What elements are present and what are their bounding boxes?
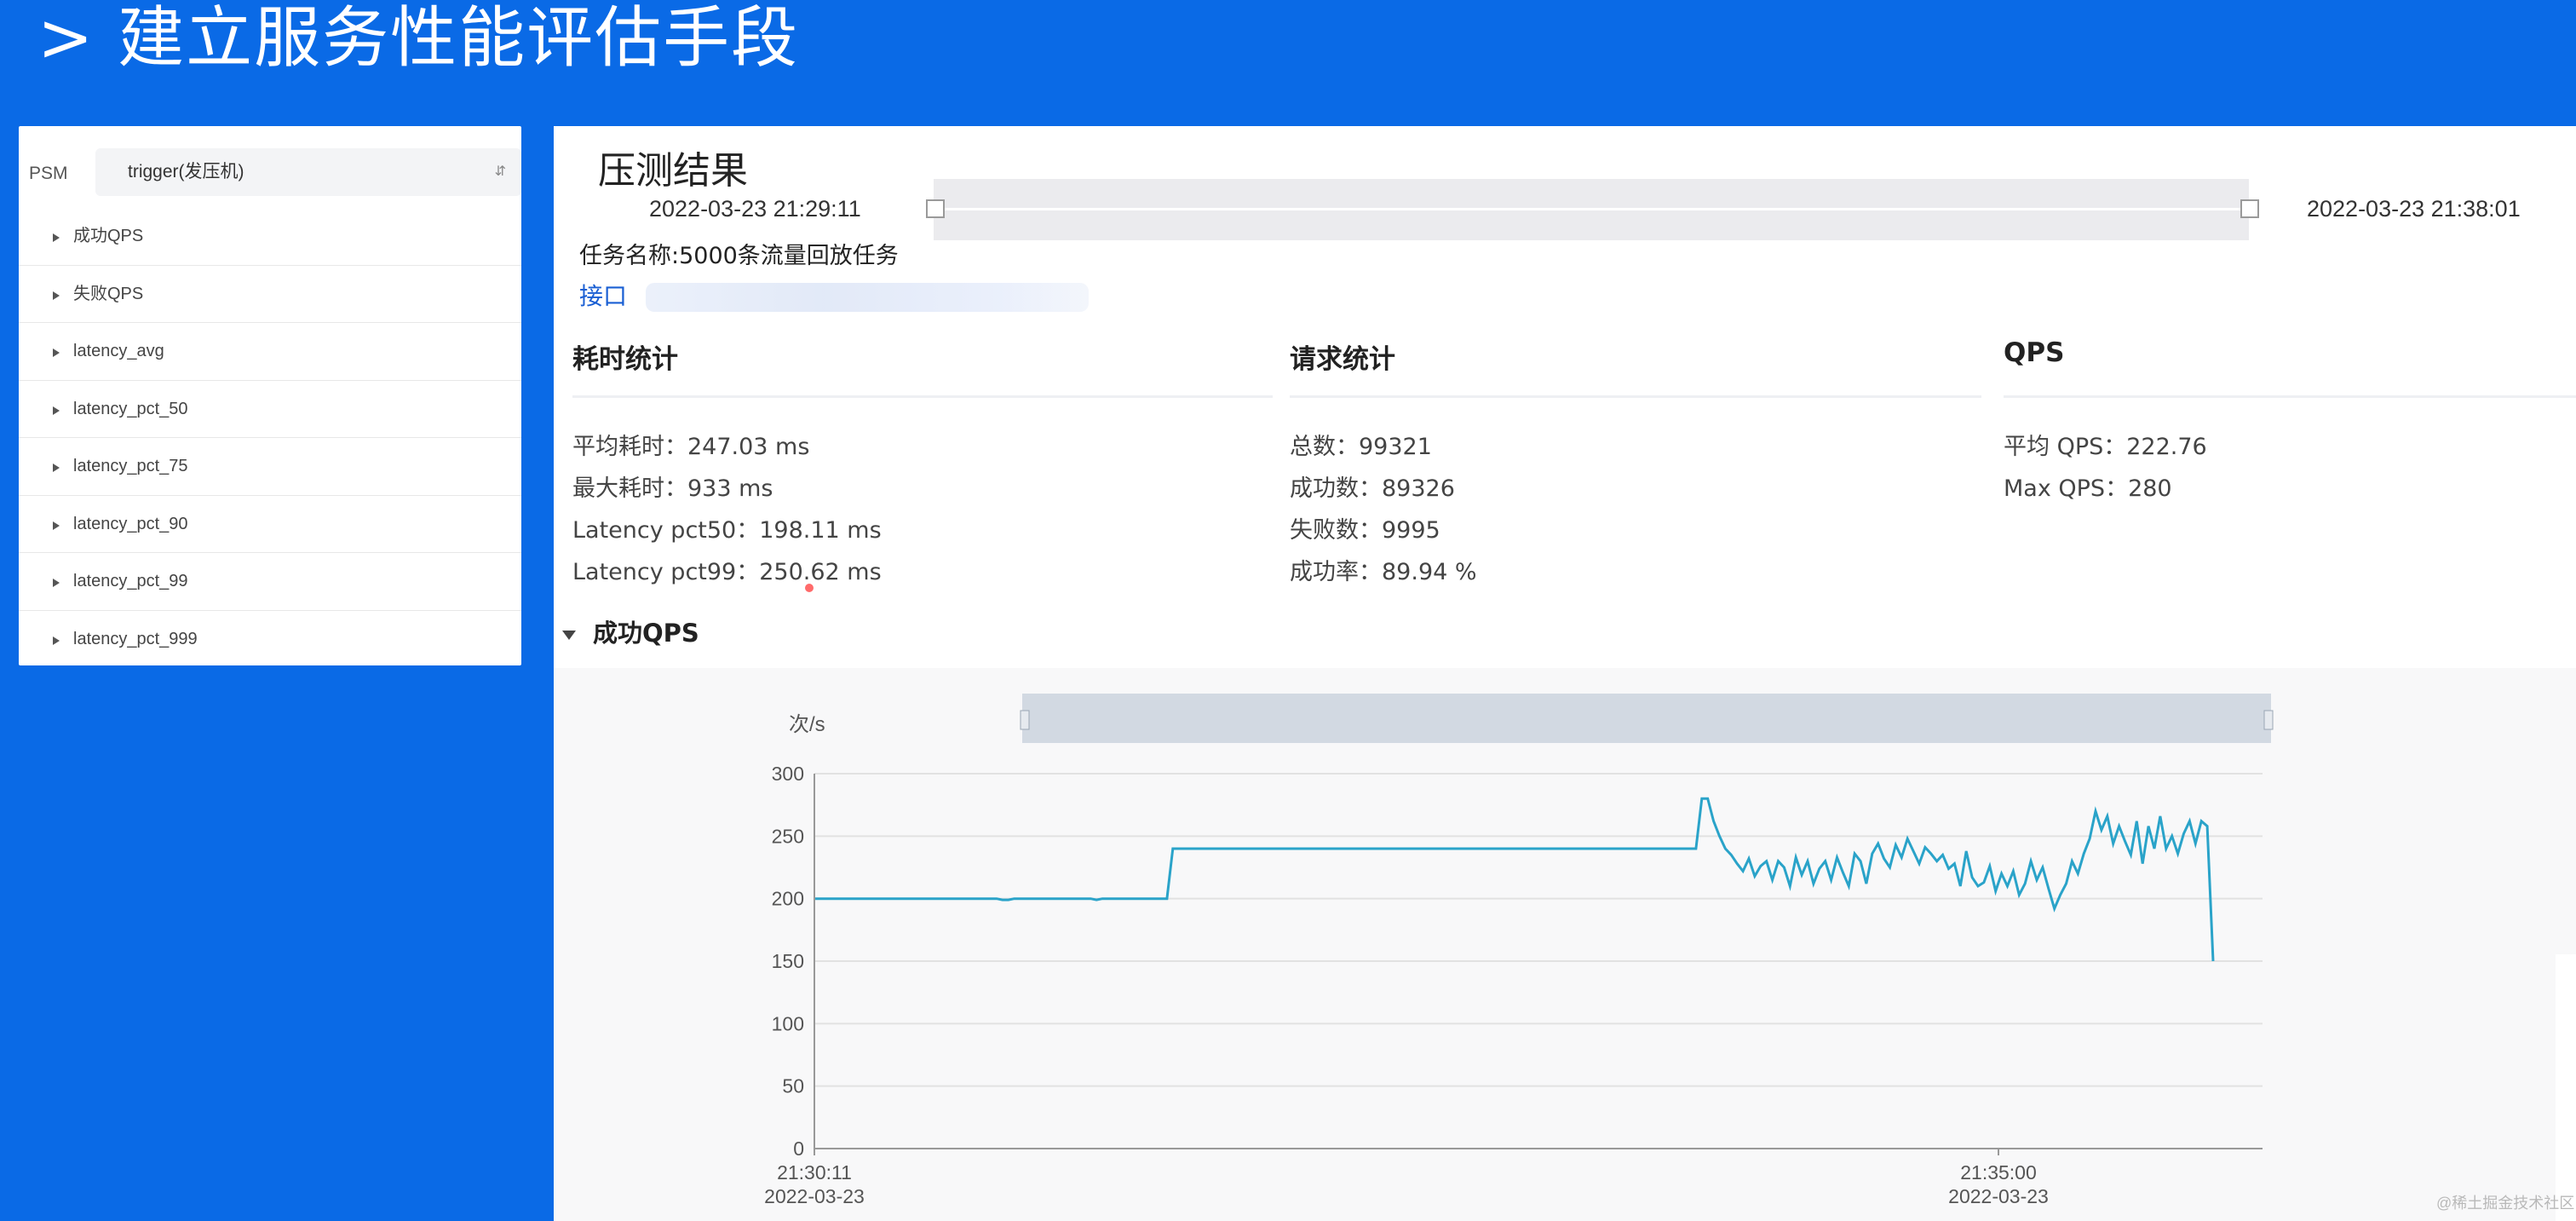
task-name: 任务名称:5000条流量回放任务 (579, 243, 899, 269)
y-tick-label: 300 (772, 763, 804, 785)
watermark-text: @稀土掘金技术社区 (2436, 1195, 2575, 1212)
expand-arrow-icon (53, 521, 60, 530)
latency-pct99-stat: Latency pct99：250.62 ms (572, 559, 882, 585)
divider (2004, 395, 2576, 398)
metric-label: latency_pct_999 (73, 629, 198, 648)
request-success-rate-stat: 成功率：89.94 % (1290, 559, 1477, 585)
expand-arrow-icon (53, 406, 60, 415)
success-qps-chart: 次/s 05010015020025030021:30:112022-03-23… (764, 694, 2274, 1207)
interface-label: 接口 (579, 282, 628, 310)
qps-avg-stat: 平均 QPS：222.76 (2004, 434, 2207, 460)
divider (572, 395, 1273, 398)
psm-select[interactable]: trigger(发压机) ⇵ (95, 148, 521, 196)
request-success-stat: 成功数：89326 (1290, 475, 1455, 502)
range-end-handle[interactable] (2240, 199, 2259, 218)
range-start-handle[interactable] (926, 199, 945, 218)
cursor-marker (803, 582, 815, 594)
metric-label: latency_avg (73, 342, 164, 360)
expand-arrow-icon (53, 233, 60, 242)
success-qps-series-line (814, 797, 2215, 962)
psm-row: PSM trigger(发压机) ⇵ (19, 148, 521, 196)
y-tick-label: 150 (772, 950, 804, 972)
metric-list: 成功QPS 失败QPS latency_avg latency_pct_50 l… (19, 208, 521, 668)
qps-max-stat: Max QPS：280 (2004, 475, 2172, 502)
metric-item-latency-pct-50[interactable]: latency_pct_50 (19, 381, 521, 438)
chart-container: 次/s 0 50 100 150 200 250 300 21:30:11 2022-03-23… (554, 668, 2576, 1221)
metric-item-fail-qps[interactable]: 失败QPS (19, 266, 521, 323)
metric-sidebar: PSM trigger(发压机) ⇵ 成功QPS 失败QPS latency_a… (19, 126, 521, 665)
range-start-time: 2022-03-23 21:29:11 (649, 196, 861, 222)
metric-item-latency-pct-999[interactable]: latency_pct_999 (19, 611, 521, 669)
qps-stats-heading: QPS (2004, 337, 2065, 368)
expand-arrow-icon (53, 291, 60, 300)
select-caret-icon: ⇵ (494, 164, 506, 179)
metric-item-latency-pct-90[interactable]: latency_pct_90 (19, 496, 521, 553)
x-tick-date-label: 2022-03-23 (1948, 1185, 2049, 1207)
psm-select-value: trigger(发压机) (128, 162, 244, 181)
collapse-arrow-icon (562, 630, 576, 640)
latency-avg-stat: 平均耗时：247.03 ms (572, 434, 810, 460)
section-title: 成功QPS (593, 619, 699, 648)
request-total-stat: 总数：99321 (1290, 434, 1432, 460)
request-fail-stat: 失败数：9995 (1290, 517, 1440, 544)
x-tick-date-label: 2022-03-23 (764, 1185, 865, 1207)
divider (1290, 395, 1981, 398)
metric-label: latency_pct_75 (73, 457, 188, 475)
metric-item-success-qps[interactable]: 成功QPS (19, 208, 521, 266)
y-tick-label: 0 (793, 1137, 804, 1160)
zoom-start-handle[interactable] (1020, 710, 1030, 730)
success-qps-section-toggle[interactable]: 成功QPS (562, 613, 699, 649)
y-tick-label: 250 (772, 825, 804, 847)
metric-label: latency_pct_90 (73, 514, 188, 533)
metric-label: 成功QPS (73, 227, 144, 245)
expand-arrow-icon (53, 464, 60, 472)
slide-title: > 建立服务性能评估手段 (37, 0, 800, 77)
expand-arrow-icon (53, 636, 60, 645)
metric-item-latency-pct-75[interactable]: latency_pct_75 (19, 438, 521, 496)
y-tick-label: 200 (772, 888, 804, 910)
result-title: 压测结果 (598, 149, 748, 193)
x-tick-time-label: 21:35:00 (1960, 1161, 2037, 1184)
expand-arrow-icon (53, 579, 60, 587)
latency-pct50-stat: Latency pct50：198.11 ms (572, 517, 882, 544)
request-stats-heading: 请求统计 (1290, 344, 1395, 375)
chart-zoom-slider[interactable] (1022, 694, 2271, 743)
expand-arrow-icon (53, 348, 60, 357)
y-axis-label: 次/s (789, 713, 825, 736)
y-tick-label: 50 (782, 1075, 804, 1097)
result-panel: 压测结果 2022-03-23 21:29:11 2022-03-23 21:3… (554, 126, 2576, 1221)
latency-stats-heading: 耗时统计 (572, 344, 678, 375)
metric-item-latency-avg[interactable]: latency_avg (19, 323, 521, 381)
psm-label: PSM (29, 164, 68, 183)
x-tick-time-label: 21:30:11 (777, 1161, 852, 1184)
metric-label: 失败QPS (73, 284, 144, 303)
time-range-track (934, 208, 2249, 210)
video-edge (2556, 954, 2576, 1221)
y-tick-label: 100 (772, 1012, 804, 1034)
latency-max-stat: 最大耗时：933 ms (572, 475, 773, 502)
metric-label: latency_pct_99 (73, 572, 188, 590)
range-end-time: 2022-03-23 21:38:01 (2307, 196, 2521, 222)
metric-item-latency-pct-99[interactable]: latency_pct_99 (19, 553, 521, 611)
interface-value-redacted (646, 283, 1089, 312)
metric-label: latency_pct_50 (73, 399, 188, 418)
zoom-end-handle[interactable] (2263, 710, 2274, 730)
